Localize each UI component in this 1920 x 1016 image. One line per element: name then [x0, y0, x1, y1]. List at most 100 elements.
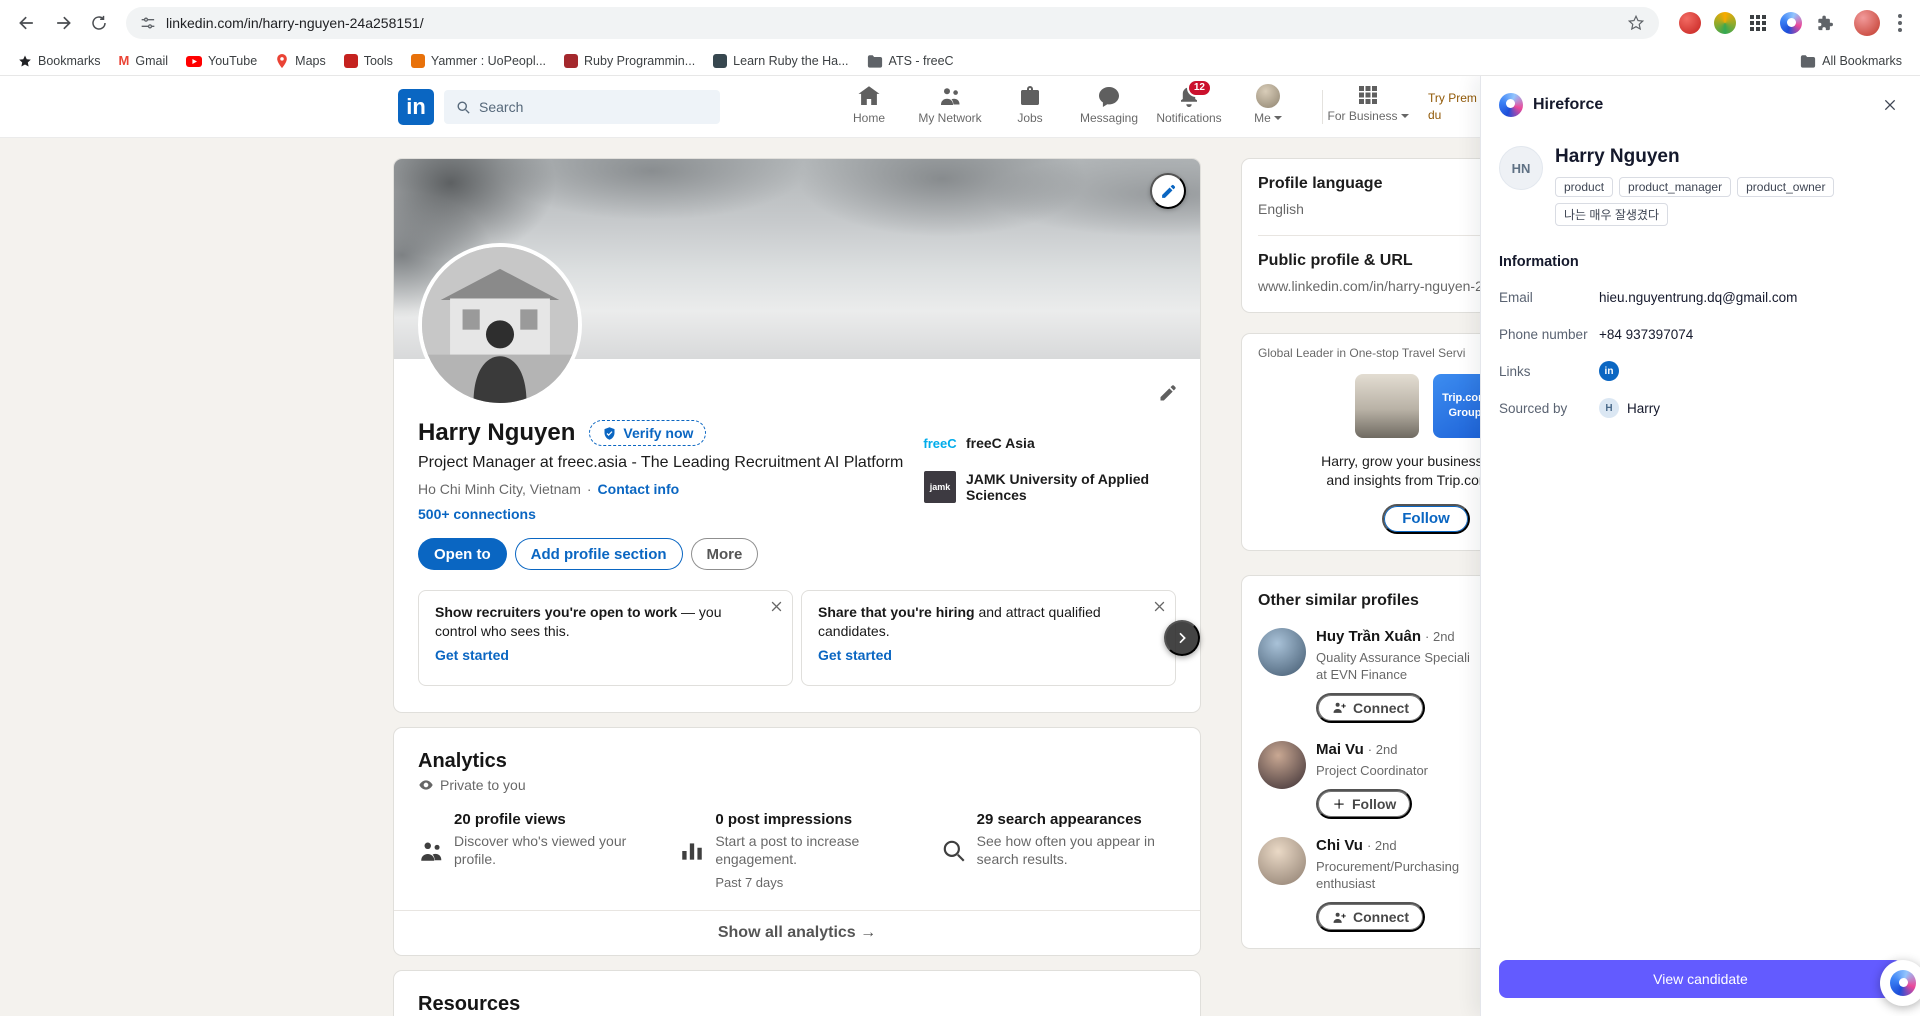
edit-cover-button[interactable]	[1150, 173, 1186, 209]
verify-now-button[interactable]: Verify now	[589, 420, 706, 446]
nav-my-network[interactable]: My Network	[910, 84, 990, 125]
get-started-link[interactable]: Get started	[435, 646, 762, 665]
bookmark-item-bookmarks[interactable]: Bookmarks	[10, 51, 109, 71]
close-panel-button[interactable]	[1878, 93, 1902, 117]
search-box[interactable]	[444, 90, 720, 124]
pencil-icon	[1160, 183, 1177, 200]
view-candidate-button[interactable]: View candidate	[1499, 960, 1902, 998]
url-text: linkedin.com/in/harry-nguyen-24a258151/	[166, 15, 1617, 31]
browser-profile-avatar[interactable]	[1854, 10, 1880, 36]
show-all-analytics-link[interactable]: Show all analytics →	[394, 910, 1200, 955]
action-label: Connect	[1353, 700, 1409, 716]
grid-extension-icon[interactable]	[1749, 14, 1767, 32]
jamk-logo: jamk	[924, 471, 956, 503]
profile-card: Harry Nguyen Verify now Project Manager …	[394, 159, 1200, 712]
all-bookmarks-button[interactable]: All Bookmarks	[1792, 51, 1910, 71]
linkedin-logo[interactable]: in	[398, 89, 434, 125]
search-appearances-stat[interactable]: 29 search appearancesSee how often you a…	[941, 811, 1176, 890]
avatar[interactable]	[1258, 628, 1306, 676]
person-add-icon	[1332, 700, 1347, 715]
profile-views-stat[interactable]: 20 profile viewsDiscover who's viewed yo…	[418, 811, 653, 890]
candidate-tags: product product_manager product_owner 나는…	[1555, 177, 1902, 226]
next-cards-button[interactable]	[1164, 620, 1200, 656]
nav-me[interactable]: Me	[1228, 84, 1308, 125]
bookmark-item-maps[interactable]: Maps	[267, 50, 334, 72]
nav-me-label: Me	[1254, 111, 1282, 125]
nav-messaging-label: Messaging	[1080, 111, 1138, 125]
post-impressions-stat[interactable]: 0 post impressionsStart a post to increa…	[679, 811, 914, 890]
nav-messaging[interactable]: Messaging	[1069, 84, 1149, 125]
nav-jobs[interactable]: Jobs	[990, 84, 1070, 125]
bookmark-item-tools[interactable]: Tools	[336, 51, 401, 71]
education[interactable]: jamk JAMK University of Applied Sciences	[924, 471, 1176, 503]
nav-home[interactable]: Home	[829, 84, 909, 125]
information-heading: Information	[1499, 254, 1902, 270]
close-icon[interactable]	[1152, 599, 1167, 614]
tag: 나는 매우 잘생겼다	[1555, 203, 1668, 226]
forward-button[interactable]	[46, 6, 80, 40]
connections-link[interactable]: 500+ connections	[418, 506, 1176, 522]
get-started-link[interactable]: Get started	[818, 646, 1145, 665]
person-name[interactable]: Mai Vu	[1316, 741, 1364, 758]
me-avatar	[1256, 84, 1280, 108]
open-to-button[interactable]: Open to	[418, 538, 507, 570]
phone-row: Phone number +84 937397074	[1499, 324, 1902, 344]
search-input[interactable]	[479, 99, 708, 115]
back-button[interactable]	[10, 6, 44, 40]
hireforce-bubble[interactable]	[1880, 960, 1920, 1006]
person-name[interactable]: Chi Vu	[1316, 837, 1363, 854]
site-info-icon[interactable]	[140, 15, 156, 31]
extensions-row	[1669, 12, 1844, 34]
add-profile-section-button[interactable]: Add profile section	[515, 538, 683, 570]
hireforce-title: Hireforce	[1533, 96, 1603, 114]
extension-icon[interactable]	[1714, 12, 1736, 34]
connect-button[interactable]: Connect	[1316, 693, 1425, 723]
nav-jobs-label: Jobs	[1017, 111, 1042, 125]
folder-icon	[1800, 54, 1816, 68]
plus-icon	[1332, 797, 1346, 811]
linkedin-link-icon[interactable]: in	[1599, 361, 1619, 381]
stat-title: 0 post impressions	[715, 811, 914, 828]
nav-notifications[interactable]: Notifications 12	[1149, 84, 1229, 125]
browser-menu-button[interactable]	[1890, 8, 1910, 38]
adblock-extension-icon[interactable]	[1679, 12, 1701, 34]
youtube-icon	[186, 53, 202, 69]
bookmark-item-ats-freec[interactable]: ATS - freeC	[859, 51, 962, 71]
notification-badge: 12	[1187, 79, 1212, 97]
person-name[interactable]: Huy Trần Xuân	[1316, 628, 1421, 645]
avatar[interactable]	[1258, 837, 1306, 885]
map-pin-icon	[275, 53, 289, 69]
more-button[interactable]: More	[691, 538, 759, 570]
address-bar[interactable]: linkedin.com/in/harry-nguyen-24a258151/	[126, 7, 1659, 39]
connection-degree: · 2nd	[1368, 742, 1398, 757]
follow-button[interactable]: Follow	[1316, 789, 1412, 819]
briefcase-icon	[1018, 84, 1042, 108]
email-value: hieu.nguyentrung.dq@gmail.com	[1599, 290, 1797, 305]
extensions-puzzle-icon[interactable]	[1815, 14, 1834, 33]
bookmark-item-youtube[interactable]: YouTube	[178, 50, 265, 72]
profile-photo[interactable]	[418, 243, 582, 407]
nav-home-label: Home	[853, 111, 885, 125]
refresh-button[interactable]	[82, 6, 116, 40]
person-add-icon	[1332, 910, 1347, 925]
edit-intro-button[interactable]	[1158, 383, 1178, 403]
hireforce-extension-icon[interactable]	[1780, 12, 1802, 34]
bookmark-item-learn-ruby[interactable]: Learn Ruby the Ha...	[705, 51, 856, 71]
try-premium-link[interactable]: Try Prem du	[1428, 90, 1477, 125]
close-icon[interactable]	[769, 599, 784, 614]
bookmark-item-yammer[interactable]: Yammer : UoPeopl...	[403, 51, 554, 71]
ad-follow-button[interactable]: Follow	[1382, 504, 1470, 534]
phone-value: +84 937397074	[1599, 327, 1693, 342]
contact-info-link[interactable]: Contact info	[598, 481, 680, 497]
analytics-privacy: Private to you	[440, 777, 526, 793]
avatar[interactable]	[1258, 741, 1306, 789]
nav-for-business[interactable]: For Business	[1326, 84, 1410, 123]
current-company[interactable]: freeC freeC Asia	[924, 427, 1176, 459]
connect-button[interactable]: Connect	[1316, 902, 1425, 932]
profile-headline: Project Manager at freec.asia - The Lead…	[418, 454, 938, 472]
person-desc: Project Coordinator	[1316, 762, 1428, 779]
ruby-book-icon	[564, 54, 578, 68]
bookmark-star-icon[interactable]	[1627, 14, 1645, 32]
bookmark-item-gmail[interactable]: MGmail	[111, 50, 177, 71]
bookmark-item-ruby[interactable]: Ruby Programmin...	[556, 51, 703, 71]
